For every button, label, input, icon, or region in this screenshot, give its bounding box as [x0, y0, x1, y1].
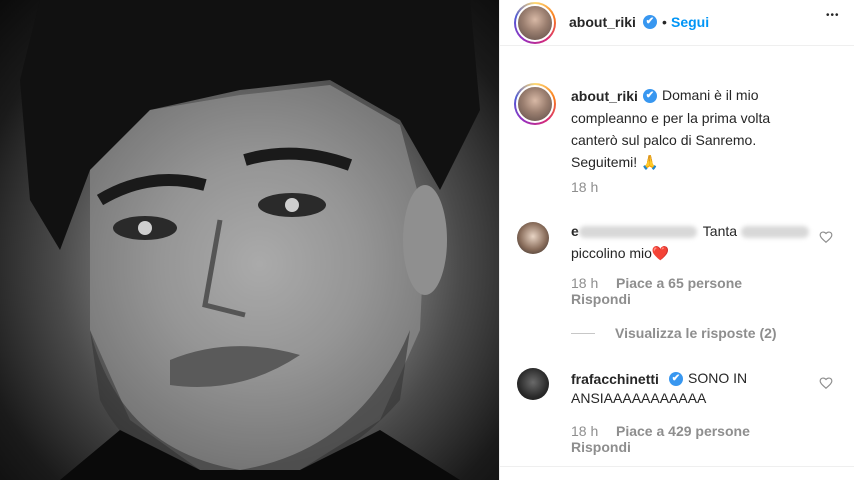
- comment-text-part: Tanta: [702, 223, 738, 239]
- caption-text-line1: Domani è il mio: [662, 87, 759, 103]
- post-header: about_riki ✔ • Segui •••: [500, 0, 854, 46]
- comment-line1: SONO IN: [688, 370, 748, 386]
- blurred-text: [740, 226, 809, 239]
- separator-dot: •: [662, 14, 667, 30]
- view-replies-button[interactable]: Visualizza le risposte (2): [615, 325, 777, 341]
- header-avatar[interactable]: [514, 2, 556, 44]
- caption-text-line4: Seguitemi! 🙏: [571, 154, 659, 170]
- caption-text-line2: compleanno e per la prima volta: [571, 110, 771, 126]
- verified-badge-icon: ✔: [643, 15, 657, 29]
- caption-text-line3: canterò sul palco di Sanremo.: [571, 132, 757, 148]
- like-heart-icon[interactable]: [819, 376, 833, 390]
- caption-username[interactable]: about_riki: [571, 88, 638, 104]
- post-image[interactable]: [0, 0, 499, 480]
- blurred-username: [578, 226, 697, 239]
- comment-username[interactable]: frafacchinetti: [571, 371, 659, 387]
- replies-divider: [571, 333, 595, 334]
- comment-line1: e Tanta: [571, 221, 821, 242]
- comment-line2: ANSIAAAAAAAAAAA: [571, 390, 707, 406]
- reply-button[interactable]: Rispondi: [571, 291, 631, 307]
- verified-badge-icon: ✔: [643, 89, 657, 103]
- comment-avatar[interactable]: [517, 222, 549, 254]
- caption-time[interactable]: 18 h: [571, 179, 598, 195]
- reply-button[interactable]: Rispondi: [571, 439, 631, 455]
- follow-button[interactable]: Segui: [671, 14, 709, 30]
- comment-time[interactable]: 18 h: [571, 423, 598, 439]
- verified-badge-icon: ✔: [669, 372, 683, 386]
- comment-username-visible[interactable]: e: [571, 223, 579, 239]
- like-heart-icon[interactable]: [819, 230, 833, 244]
- comment-avatar[interactable]: [517, 368, 549, 400]
- comment-likes[interactable]: Piace a 429 persone: [616, 423, 750, 439]
- comment-likes[interactable]: Piace a 65 persone: [616, 275, 742, 291]
- comment-time[interactable]: 18 h: [571, 275, 598, 291]
- footer-divider: [500, 466, 854, 467]
- more-options-icon[interactable]: •••: [826, 10, 840, 21]
- header-username[interactable]: about_riki: [569, 14, 636, 30]
- portrait-illustration: [20, 0, 480, 480]
- post-sidebar: about_riki ✔ • Segui ••• about_riki ✔ Do…: [499, 0, 854, 480]
- comment-line2: piccolino mio❤️: [571, 245, 670, 261]
- caption-avatar[interactable]: [514, 83, 556, 125]
